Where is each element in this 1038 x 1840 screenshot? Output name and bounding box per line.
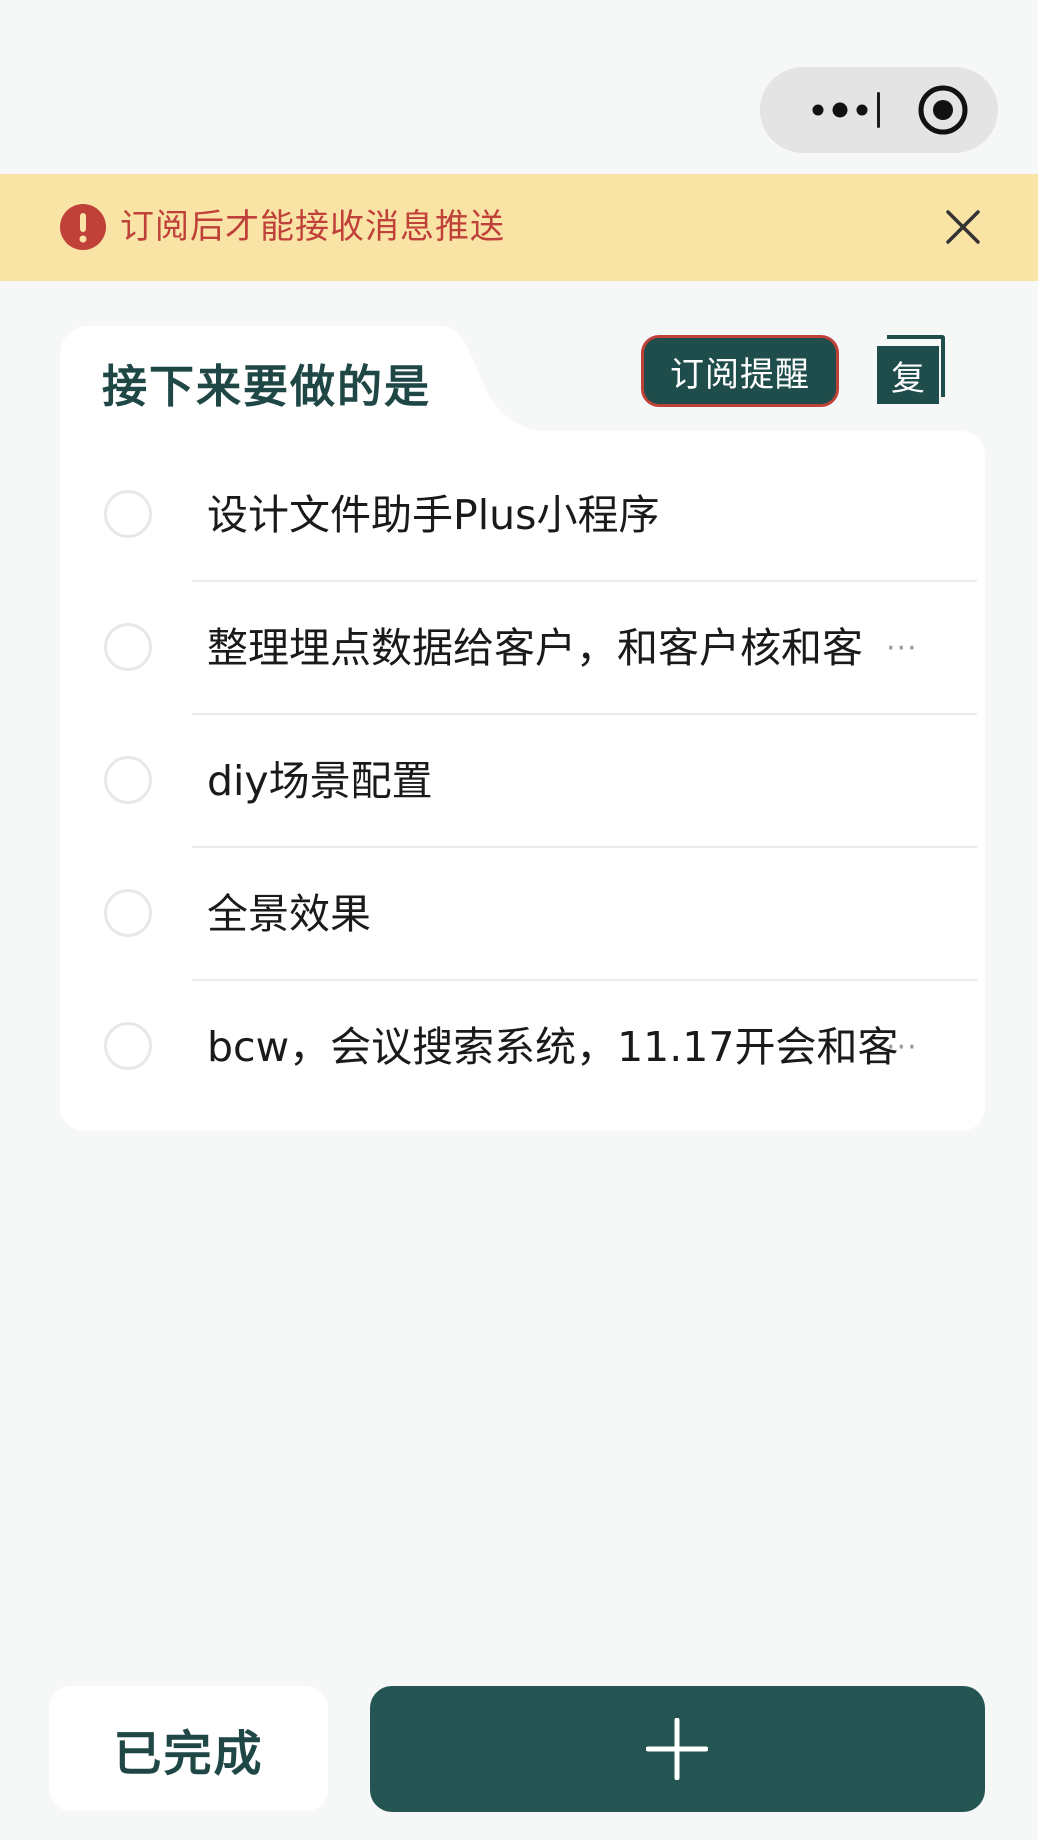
copy-button[interactable]: 复 [877, 335, 949, 405]
truncation-ellipsis: ··· [886, 1030, 918, 1065]
card-title: 接下来要做的是 [102, 360, 432, 413]
truncation-ellipsis: ··· [886, 631, 918, 666]
target-close-icon[interactable] [905, 67, 981, 153]
subscribe-notice-bar: 订阅后才能接收消息推送 [0, 174, 1038, 281]
warning-circle-icon [60, 204, 106, 250]
task-text: 整理埋点数据给客户，和客户核和客 [207, 624, 863, 672]
task-item[interactable]: diy场景配置 [60, 715, 985, 848]
notice-text: 订阅后才能接收消息推送 [120, 207, 505, 247]
miniprogram-capsule [760, 67, 998, 153]
task-item[interactable]: 整理埋点数据给客户，和客户核和客 ··· [60, 582, 985, 715]
task-checkbox[interactable] [104, 490, 152, 538]
task-text: diy场景配置 [207, 757, 433, 805]
more-dots-icon[interactable] [804, 67, 876, 153]
task-item[interactable]: 全景效果 [60, 848, 985, 981]
task-checkbox[interactable] [104, 756, 152, 804]
task-checkbox[interactable] [104, 1022, 152, 1070]
card-tab-curve [420, 326, 560, 432]
close-x-icon[interactable] [940, 204, 986, 250]
task-checkbox[interactable] [104, 889, 152, 937]
task-text: bcw，会议搜索系统，11.17开会和客 [207, 1023, 899, 1071]
subscribe-reminder-button[interactable]: 订阅提醒 [641, 335, 839, 407]
task-text: 全景效果 [207, 890, 371, 938]
task-text: 设计文件助手Plus小程序 [207, 491, 660, 539]
capsule-divider [877, 92, 880, 128]
plus-icon [646, 1718, 708, 1780]
task-item[interactable]: bcw，会议搜索系统，11.17开会和客 ··· [60, 981, 985, 1114]
task-checkbox[interactable] [104, 623, 152, 671]
task-item[interactable]: 设计文件助手Plus小程序 [60, 449, 985, 582]
completed-button[interactable]: 已完成 [49, 1686, 328, 1811]
add-task-button[interactable] [370, 1686, 985, 1812]
copy-label: 复 [877, 346, 939, 404]
